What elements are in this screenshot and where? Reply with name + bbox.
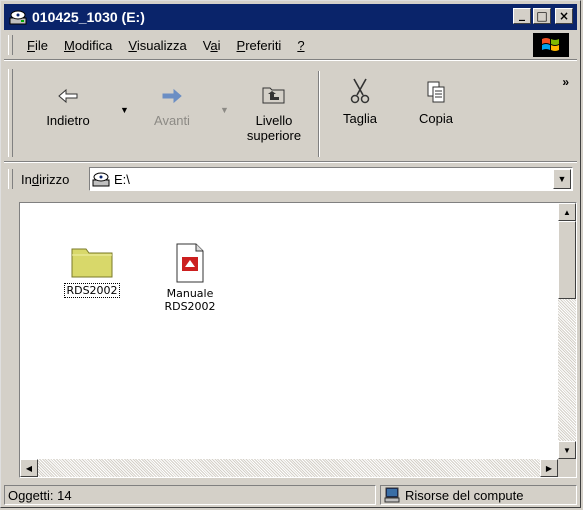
- toolbar-separator: [318, 71, 320, 157]
- folder-icon: [52, 243, 132, 279]
- address-bar: Indirizzo E:\ ▼: [4, 164, 577, 194]
- back-button[interactable]: Indietro: [40, 75, 96, 128]
- scroll-left-icon[interactable]: ◀: [20, 459, 38, 477]
- forward-button[interactable]: Avanti: [144, 75, 200, 128]
- address-dropdown-icon[interactable]: ▼: [553, 169, 571, 189]
- menu-preferiti[interactable]: Preferiti: [229, 38, 290, 53]
- menu-file[interactable]: File: [19, 38, 56, 53]
- maximize-button[interactable]: □: [533, 8, 551, 24]
- status-objects-pane: Oggetti: 14: [4, 485, 376, 505]
- address-grip[interactable]: [8, 169, 13, 189]
- cut-label: Taglia: [343, 111, 377, 126]
- menu-grip[interactable]: [8, 35, 13, 55]
- close-icon: ×: [558, 9, 570, 23]
- file-list-pane[interactable]: RDS2002 Manuale RDS2002 ▲ ▼ ◀ ▶: [19, 202, 577, 478]
- address-input[interactable]: E:\ ▼: [89, 167, 573, 191]
- file-label: RDS2002: [64, 283, 120, 298]
- vertical-scrollbar[interactable]: ▲ ▼: [558, 203, 576, 459]
- horizontal-scrollbar[interactable]: ◀ ▶: [20, 459, 558, 477]
- toolbar-grip[interactable]: [8, 69, 13, 157]
- copy-button[interactable]: Copia: [408, 75, 464, 126]
- window-title: 010425_1030 (E:): [32, 9, 145, 25]
- status-zone-text: Risorse del compute: [405, 487, 524, 503]
- maximize-icon: □: [536, 9, 548, 23]
- back-arrow-icon: [40, 75, 96, 105]
- copy-label: Copia: [419, 111, 453, 126]
- windows-logo-icon: [533, 33, 569, 57]
- toolbar-more-chevron-icon[interactable]: »: [562, 75, 569, 89]
- close-button[interactable]: ×: [555, 8, 573, 24]
- scroll-right-icon[interactable]: ▶: [540, 459, 558, 477]
- status-bar: Oggetti: 14 Risorse del compute: [4, 483, 577, 506]
- toolbar-separator-bottom: [4, 161, 577, 163]
- menu-modifica[interactable]: Modifica: [56, 38, 120, 53]
- forward-label: Avanti: [154, 113, 190, 128]
- computer-icon: [384, 487, 400, 503]
- cut-button[interactable]: Taglia: [332, 75, 388, 126]
- toolbar: Indietro ▼ Avanti ▼ Livello superiore Ta…: [4, 61, 577, 161]
- back-label: Indietro: [46, 113, 90, 128]
- address-value: E:\: [114, 171, 130, 187]
- file-item-manuale-pdf[interactable]: Manuale RDS2002: [158, 243, 222, 313]
- back-dropdown-icon[interactable]: ▼: [120, 105, 129, 115]
- pdf-document-icon: [158, 243, 222, 283]
- copy-icon: [408, 75, 464, 105]
- scroll-corner: [558, 459, 576, 477]
- scroll-down-icon[interactable]: ▼: [558, 441, 576, 459]
- drive-small-icon: [92, 171, 110, 187]
- file-label-line2: RDS2002: [164, 300, 216, 313]
- scroll-up-icon[interactable]: ▲: [558, 203, 576, 221]
- file-label-line1: Manuale: [166, 287, 214, 300]
- forward-dropdown-icon[interactable]: ▼: [220, 105, 229, 115]
- explorer-window: 010425_1030 (E:) _ □ × File Modifica Vis…: [0, 0, 581, 508]
- scissors-icon: [332, 75, 388, 105]
- up-label-line2: superiore: [246, 128, 302, 143]
- status-objects-text: Oggetti: 14: [8, 487, 72, 503]
- folder-up-icon: [234, 75, 314, 105]
- file-item-rds2002-folder[interactable]: RDS2002: [52, 243, 132, 298]
- address-label: Indirizzo: [21, 171, 70, 187]
- forward-arrow-icon: [144, 75, 200, 105]
- up-one-level-button[interactable]: Livello superiore: [234, 75, 314, 143]
- title-bar[interactable]: 010425_1030 (E:) _ □ ×: [4, 4, 577, 30]
- menu-visualizza[interactable]: Visualizza: [120, 38, 194, 53]
- menu-help[interactable]: ?: [289, 38, 312, 53]
- vertical-scroll-thumb[interactable]: [558, 221, 576, 299]
- status-zone-pane: Risorse del compute: [380, 485, 577, 505]
- drive-icon: [8, 8, 28, 26]
- minimize-button[interactable]: _: [513, 8, 531, 24]
- menu-vai[interactable]: Vai: [195, 38, 229, 53]
- up-label-line1: Livello: [255, 113, 293, 128]
- menu-bar: File Modifica Visualizza Vai Preferiti ?: [4, 32, 577, 58]
- minimize-icon: _: [519, 7, 525, 21]
